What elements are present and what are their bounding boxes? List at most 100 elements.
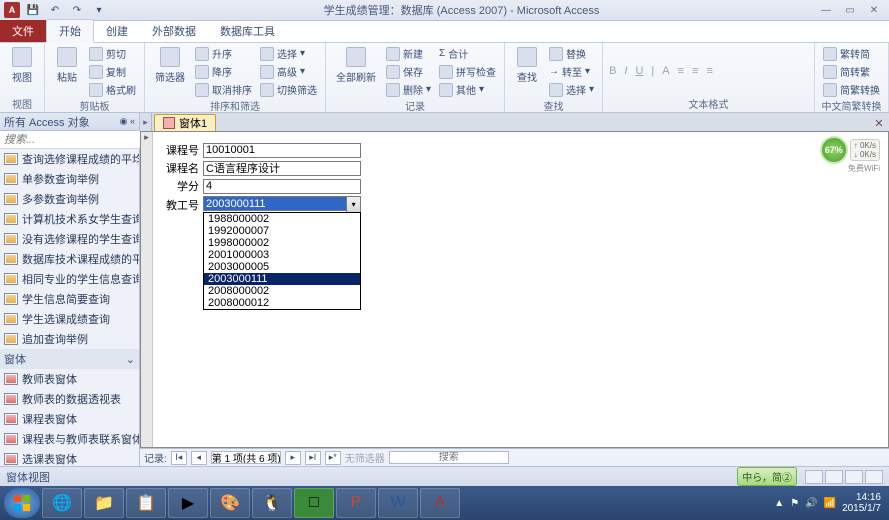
nav-query-item[interactable]: 没有选修课程的学生查询	[0, 229, 139, 249]
cut-button[interactable]: 剪切	[87, 45, 138, 62]
dropdown-option[interactable]: 1988000002	[204, 213, 360, 225]
file-tab[interactable]: 文件	[0, 20, 46, 42]
taskbar-qq[interactable]: 🐧	[252, 488, 292, 518]
select-button[interactable]: 选择▾	[547, 81, 596, 98]
record-search-input[interactable]	[389, 451, 509, 464]
italic-button[interactable]: I	[624, 65, 627, 77]
last-record-button[interactable]: ▸I	[305, 451, 321, 465]
first-record-button[interactable]: I◂	[171, 451, 187, 465]
teacher-id-combo[interactable]: 2003000111 ▾	[203, 196, 361, 213]
taskbar-ie[interactable]: 🌐	[42, 488, 82, 518]
simp-to-trad-button[interactable]: 简转繁	[821, 63, 882, 80]
underline-button[interactable]: U	[635, 65, 643, 77]
more-records-button[interactable]: 其他▾	[437, 81, 498, 98]
tab-dbtools[interactable]: 数据库工具	[208, 20, 287, 42]
app-icon[interactable]: A	[4, 2, 20, 18]
tray-network-icon[interactable]: 📶	[824, 498, 836, 509]
replace-button[interactable]: 替换	[547, 45, 596, 62]
nav-query-item[interactable]: 多参数查询举例	[0, 189, 139, 209]
dropdown-option[interactable]: 2008000012	[204, 297, 360, 309]
tray-volume-icon[interactable]: 🔊	[805, 498, 817, 509]
chevron-left-icon[interactable]: ◉ «	[120, 116, 135, 127]
record-position[interactable]	[211, 451, 281, 464]
nav-query-item[interactable]: 数据库技术课程成绩的平...	[0, 249, 139, 269]
ime-indicator[interactable]: 中ら，简②	[737, 467, 797, 486]
nav-query-item[interactable]: 单参数查询举例	[0, 169, 139, 189]
restore-button[interactable]: ▭	[839, 3, 861, 17]
document-tab[interactable]: 窗体1	[154, 114, 216, 131]
tab-external[interactable]: 外部数据	[140, 20, 208, 42]
undo-icon[interactable]: ↶	[46, 2, 64, 18]
align-center-button[interactable]: ≡	[692, 65, 698, 77]
dropdown-option[interactable]: 2001000003	[204, 249, 360, 261]
delete-record-button[interactable]: 删除▾	[384, 81, 433, 98]
course-id-input[interactable]: 10010001	[203, 143, 361, 158]
trad-to-simp-button[interactable]: 繁转简	[821, 45, 882, 62]
goto-button[interactable]: → 转至▾	[547, 63, 596, 80]
redo-icon[interactable]: ↷	[68, 2, 86, 18]
qat-dropdown-icon[interactable]: ▾	[90, 2, 108, 18]
spelling-button[interactable]: 拼写检查	[437, 63, 498, 80]
dropdown-button[interactable]: ▾	[346, 196, 361, 213]
totals-button[interactable]: Σ 合计	[437, 45, 498, 62]
dropdown-option[interactable]: 2003000005	[204, 261, 360, 273]
dropdown-option[interactable]: 2003000111	[204, 273, 360, 285]
tray-expand-icon[interactable]: ▲	[774, 498, 784, 509]
taskbar-app3[interactable]: □	[294, 488, 334, 518]
credit-input[interactable]: 4	[203, 179, 361, 194]
formatpainter-button[interactable]: 格式刷	[87, 81, 138, 98]
nav-query-item[interactable]: 计算机技术系女学生查询	[0, 209, 139, 229]
paste-button[interactable]: 粘贴	[51, 45, 83, 86]
record-selector[interactable]: ▸	[141, 132, 153, 447]
prev-record-button[interactable]: ◂	[191, 451, 207, 465]
new-record-button[interactable]: 新建	[384, 45, 433, 62]
minimize-button[interactable]: ―	[815, 3, 837, 17]
tab-create[interactable]: 创建	[94, 20, 140, 42]
bold-button[interactable]: B	[609, 65, 616, 77]
nav-form-item[interactable]: 选课表窗体	[0, 449, 139, 466]
taskbar-media[interactable]: ▶	[168, 488, 208, 518]
advanced-filter-button[interactable]: 高级▾	[258, 63, 319, 80]
taskbar-app2[interactable]: 🎨	[210, 488, 250, 518]
taskbar-word[interactable]: W	[378, 488, 418, 518]
datasheet-view-button[interactable]	[825, 470, 843, 484]
clear-sort-button[interactable]: 取消排序	[193, 81, 254, 98]
nav-form-item[interactable]: 教师表的数据透视表	[0, 389, 139, 409]
nav-form-item[interactable]: 教师表窗体	[0, 369, 139, 389]
nav-search-input[interactable]	[0, 131, 151, 148]
teacher-id-dropdown[interactable]: 1988000002199200000719980000022001000003…	[203, 212, 361, 310]
nav-query-item[interactable]: 查询选修课程成绩的平均值	[0, 149, 139, 169]
save-icon[interactable]: 💾	[24, 2, 42, 18]
find-button[interactable]: 查找	[511, 45, 543, 86]
nav-form-item[interactable]: 课程表窗体	[0, 409, 139, 429]
layout-view-button[interactable]	[845, 470, 863, 484]
sort-asc-button[interactable]: 升序	[193, 45, 254, 62]
view-button[interactable]: 视图	[6, 45, 38, 86]
align-left-button[interactable]: ≡	[678, 65, 684, 77]
dropdown-option[interactable]: 2008000002	[204, 285, 360, 297]
select-filter-button[interactable]: 选择▾	[258, 45, 319, 62]
course-name-input[interactable]: C语言程序设计	[203, 161, 361, 176]
design-view-button[interactable]	[865, 470, 883, 484]
chinese-convert-button[interactable]: 简繁转换	[821, 81, 882, 98]
dropdown-option[interactable]: 1992000007	[204, 225, 360, 237]
network-widget[interactable]: 67% ↑ 0K/s ↓ 0K/s 免费WiFi	[820, 136, 880, 164]
form-view-button[interactable]	[805, 470, 823, 484]
next-record-button[interactable]: ▸	[285, 451, 301, 465]
nav-query-item[interactable]: 学生选课成绩查询	[0, 309, 139, 329]
nav-form-item[interactable]: 课程表与教师表联系窗体	[0, 429, 139, 449]
close-button[interactable]: ✕	[863, 3, 885, 17]
taskbar-explorer[interactable]: 📁	[84, 488, 124, 518]
filter-button[interactable]: 筛选器	[151, 45, 189, 86]
align-right-button[interactable]: ≡	[706, 65, 712, 77]
taskbar-powerpoint[interactable]: P	[336, 488, 376, 518]
nav-query-item[interactable]: 追加查询举例	[0, 329, 139, 349]
tab-home[interactable]: 开始	[46, 19, 94, 43]
tray-flag-icon[interactable]: ⚑	[790, 498, 799, 509]
tab-close-button[interactable]: ✕	[871, 115, 887, 131]
nav-query-item[interactable]: 相同专业的学生信息查询	[0, 269, 139, 289]
copy-button[interactable]: 复制	[87, 63, 138, 80]
refresh-all-button[interactable]: 全部刷新	[332, 45, 380, 86]
dropdown-option[interactable]: 1998000002	[204, 237, 360, 249]
nav-collapse-handle[interactable]: ▸	[140, 113, 152, 131]
